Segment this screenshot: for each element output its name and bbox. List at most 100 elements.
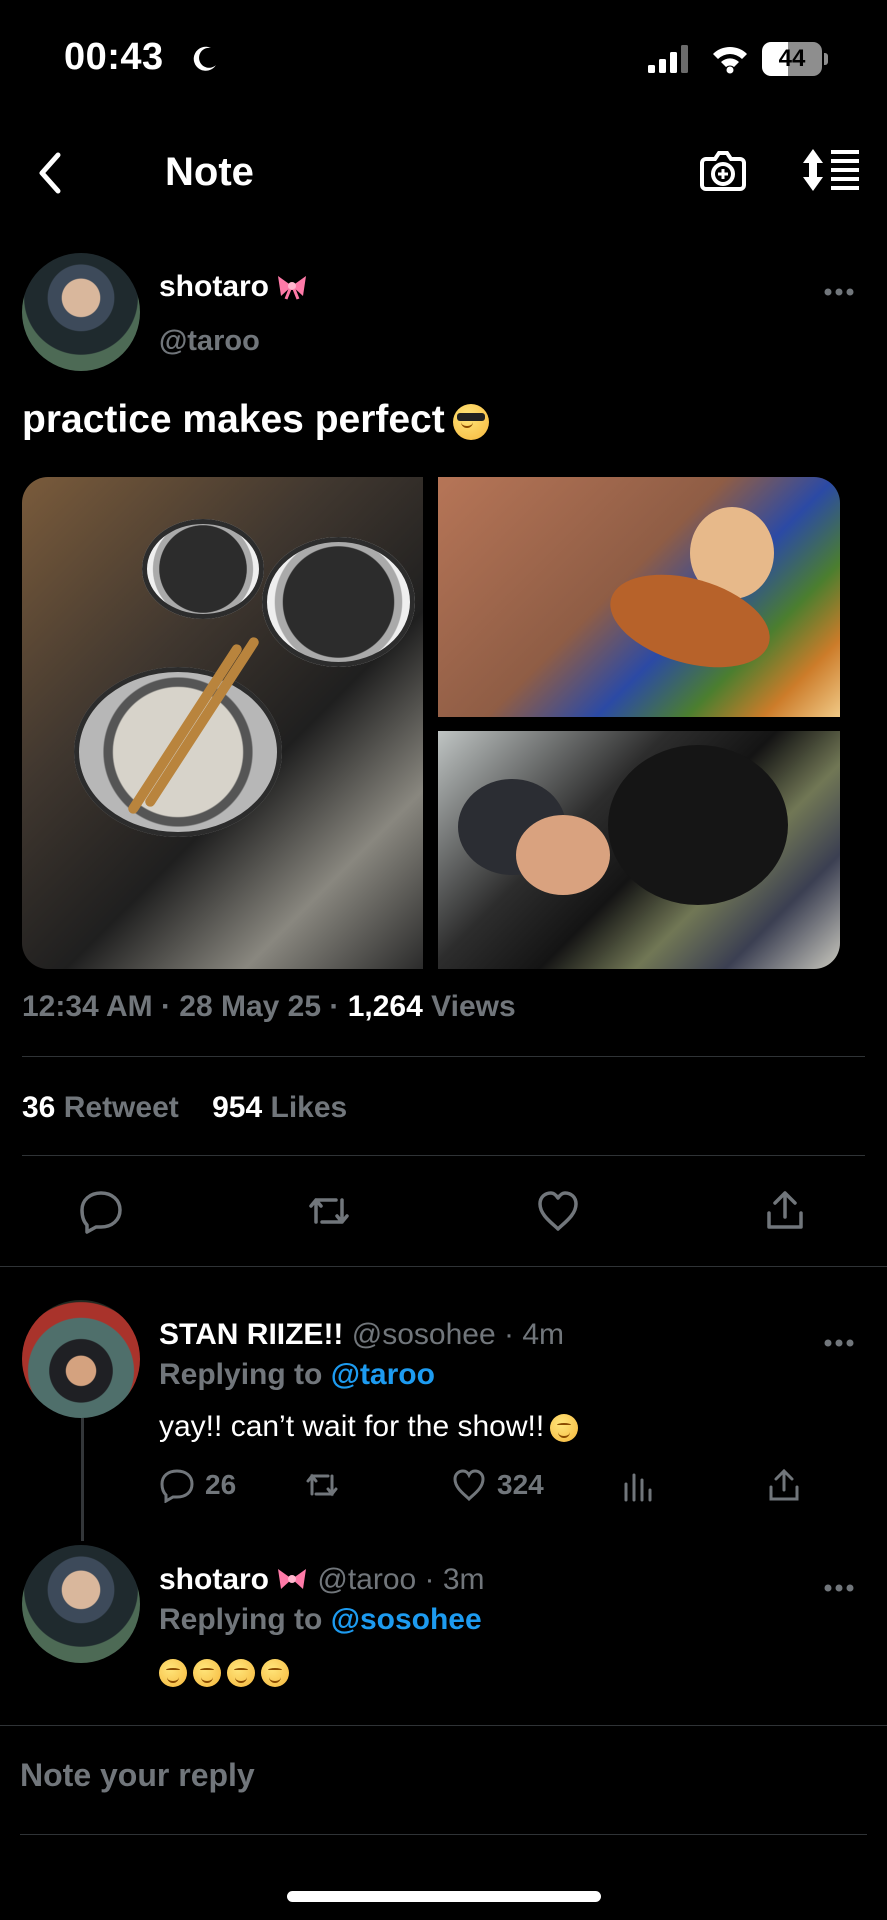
wifi-icon	[713, 46, 747, 74]
replying-to: Replying to @taroo	[159, 1358, 435, 1392]
camera-plus-icon[interactable]	[698, 146, 748, 194]
status-bar: 00:43 44	[0, 0, 887, 120]
reply-actions: 26 324	[159, 1463, 799, 1507]
retweet-label[interactable]: Retweet	[64, 1091, 179, 1124]
retweet-count[interactable]: 36	[22, 1091, 55, 1124]
post-header: shotaro @taroo	[22, 253, 865, 371]
like-icon[interactable]	[535, 1188, 581, 1234]
reply-avatar[interactable]	[22, 1300, 140, 1418]
media-drums[interactable]	[22, 477, 423, 969]
top-navigation: Note	[0, 130, 887, 216]
author-avatar[interactable]	[22, 253, 140, 371]
floor-tom	[262, 537, 415, 667]
more-icon[interactable]	[824, 1338, 854, 1348]
sort-icon[interactable]	[800, 146, 862, 194]
reply-like-count: 324	[497, 1469, 544, 1500]
reply-separator: ·	[495, 1318, 523, 1351]
replying-to-link[interactable]: @taroo	[331, 1358, 435, 1391]
post-timestamp: 12:34 AM · 28 May 25	[22, 990, 322, 1023]
reply-author-handle[interactable]: @taroo	[317, 1563, 416, 1596]
smile-emoji	[261, 1659, 289, 1688]
emoji-smile	[167, 1677, 179, 1684]
reply-icon[interactable]	[159, 1467, 195, 1503]
battery-icon: 44	[762, 42, 828, 76]
emoji-eyes	[268, 1668, 282, 1672]
page-title: Note	[165, 150, 254, 194]
reply-input[interactable]: Note your reply	[20, 1757, 255, 1794]
meta-separator: ·	[321, 990, 348, 1023]
views-label-text: Views	[431, 990, 516, 1023]
reply-icon[interactable]	[78, 1188, 124, 1234]
retweet-icon[interactable]	[304, 1467, 340, 1503]
divider	[20, 1834, 867, 1835]
reply-header: STAN RIIZE!! @sosohee · 4m	[159, 1318, 564, 1352]
more-icon[interactable]	[824, 287, 854, 297]
status-time: 00:43	[64, 36, 164, 78]
likes-label[interactable]: Likes	[271, 1091, 348, 1124]
post-meta: 12:34 AM · 28 May 25 · 1,264 Views	[22, 990, 516, 1024]
emoji-eyes	[557, 1423, 572, 1427]
emoji-smile	[235, 1677, 247, 1684]
like-icon[interactable]	[451, 1467, 487, 1503]
moon-icon	[193, 46, 216, 71]
emoji-smile	[460, 422, 473, 428]
replying-prefix: Replying to	[159, 1603, 323, 1636]
home-indicator[interactable]	[287, 1891, 601, 1902]
reply-text-content: yay!! can’t wait for the show!!	[159, 1410, 545, 1443]
person-face	[516, 815, 610, 895]
sunglasses-shape	[456, 412, 485, 421]
bow-icon	[278, 1569, 307, 1589]
reply-author-name[interactable]: shotaro	[159, 1563, 269, 1596]
share-icon[interactable]	[762, 1188, 808, 1234]
divider	[0, 1725, 887, 1726]
signal-icon	[648, 45, 688, 73]
reply-emoji-text	[159, 1655, 289, 1689]
smile-emoji	[193, 1659, 221, 1688]
author-name-row[interactable]: shotaro	[159, 270, 309, 304]
share-icon[interactable]	[766, 1467, 802, 1503]
reply-text: yay!! can’t wait for the show!!	[159, 1410, 579, 1444]
emoji-smile	[269, 1677, 281, 1684]
post-text-content: practice makes perfect	[22, 398, 445, 441]
smile-emoji	[227, 1659, 255, 1688]
reply-2[interactable]: shotaro @taroo · 3m Replying to @sosohee	[22, 1545, 865, 1695]
post-stats[interactable]: 36 Retweet 954 Likes	[22, 1091, 347, 1125]
views-count: 1,264	[347, 990, 423, 1023]
post-text: practice makes perfect	[22, 398, 489, 442]
likes-count[interactable]: 954	[212, 1091, 262, 1124]
reply-author-name[interactable]: STAN RIIZE!!	[159, 1318, 343, 1351]
author-handle[interactable]: @taroo	[159, 325, 260, 358]
reply-separator: ·	[416, 1563, 443, 1596]
more-icon[interactable]	[824, 1583, 854, 1593]
views-icon[interactable]	[621, 1467, 657, 1503]
smile-emoji	[159, 1659, 187, 1688]
sunglasses-emoji	[452, 403, 489, 440]
emoji-eyes	[166, 1668, 180, 1672]
reply-author-handle[interactable]: @sosohee	[352, 1318, 496, 1351]
reply-count: 26	[205, 1469, 237, 1500]
reply-avatar[interactable]	[22, 1545, 140, 1663]
emoji-eyes	[200, 1668, 214, 1672]
battery-level: 44	[778, 45, 806, 72]
media-friends[interactable]	[438, 731, 840, 969]
back-icon[interactable]	[30, 148, 70, 198]
battery-tip	[824, 53, 828, 65]
tom-drum	[142, 519, 264, 619]
emoji-eyes	[234, 1668, 248, 1672]
reply-header: shotaro @taroo · 3m	[159, 1563, 485, 1597]
reply-time: 3m	[442, 1563, 485, 1596]
emoji-smile	[558, 1432, 571, 1439]
divider	[22, 1155, 865, 1156]
thread-line	[81, 1418, 84, 1541]
media-guitar[interactable]	[438, 477, 840, 717]
divider	[0, 1266, 887, 1267]
replying-to-link[interactable]: @sosohee	[331, 1603, 482, 1636]
battery-body: 44	[762, 42, 822, 76]
replying-to: Replying to @sosohee	[159, 1603, 482, 1637]
reply-1[interactable]: STAN RIIZE!! @sosohee · 4m Replying to @…	[22, 1300, 865, 1525]
post-media-grid[interactable]	[22, 477, 840, 969]
post-actions	[0, 1188, 887, 1258]
smile-emoji	[550, 1414, 579, 1443]
retweet-icon[interactable]	[306, 1188, 352, 1234]
author-name[interactable]: shotaro	[159, 270, 269, 303]
